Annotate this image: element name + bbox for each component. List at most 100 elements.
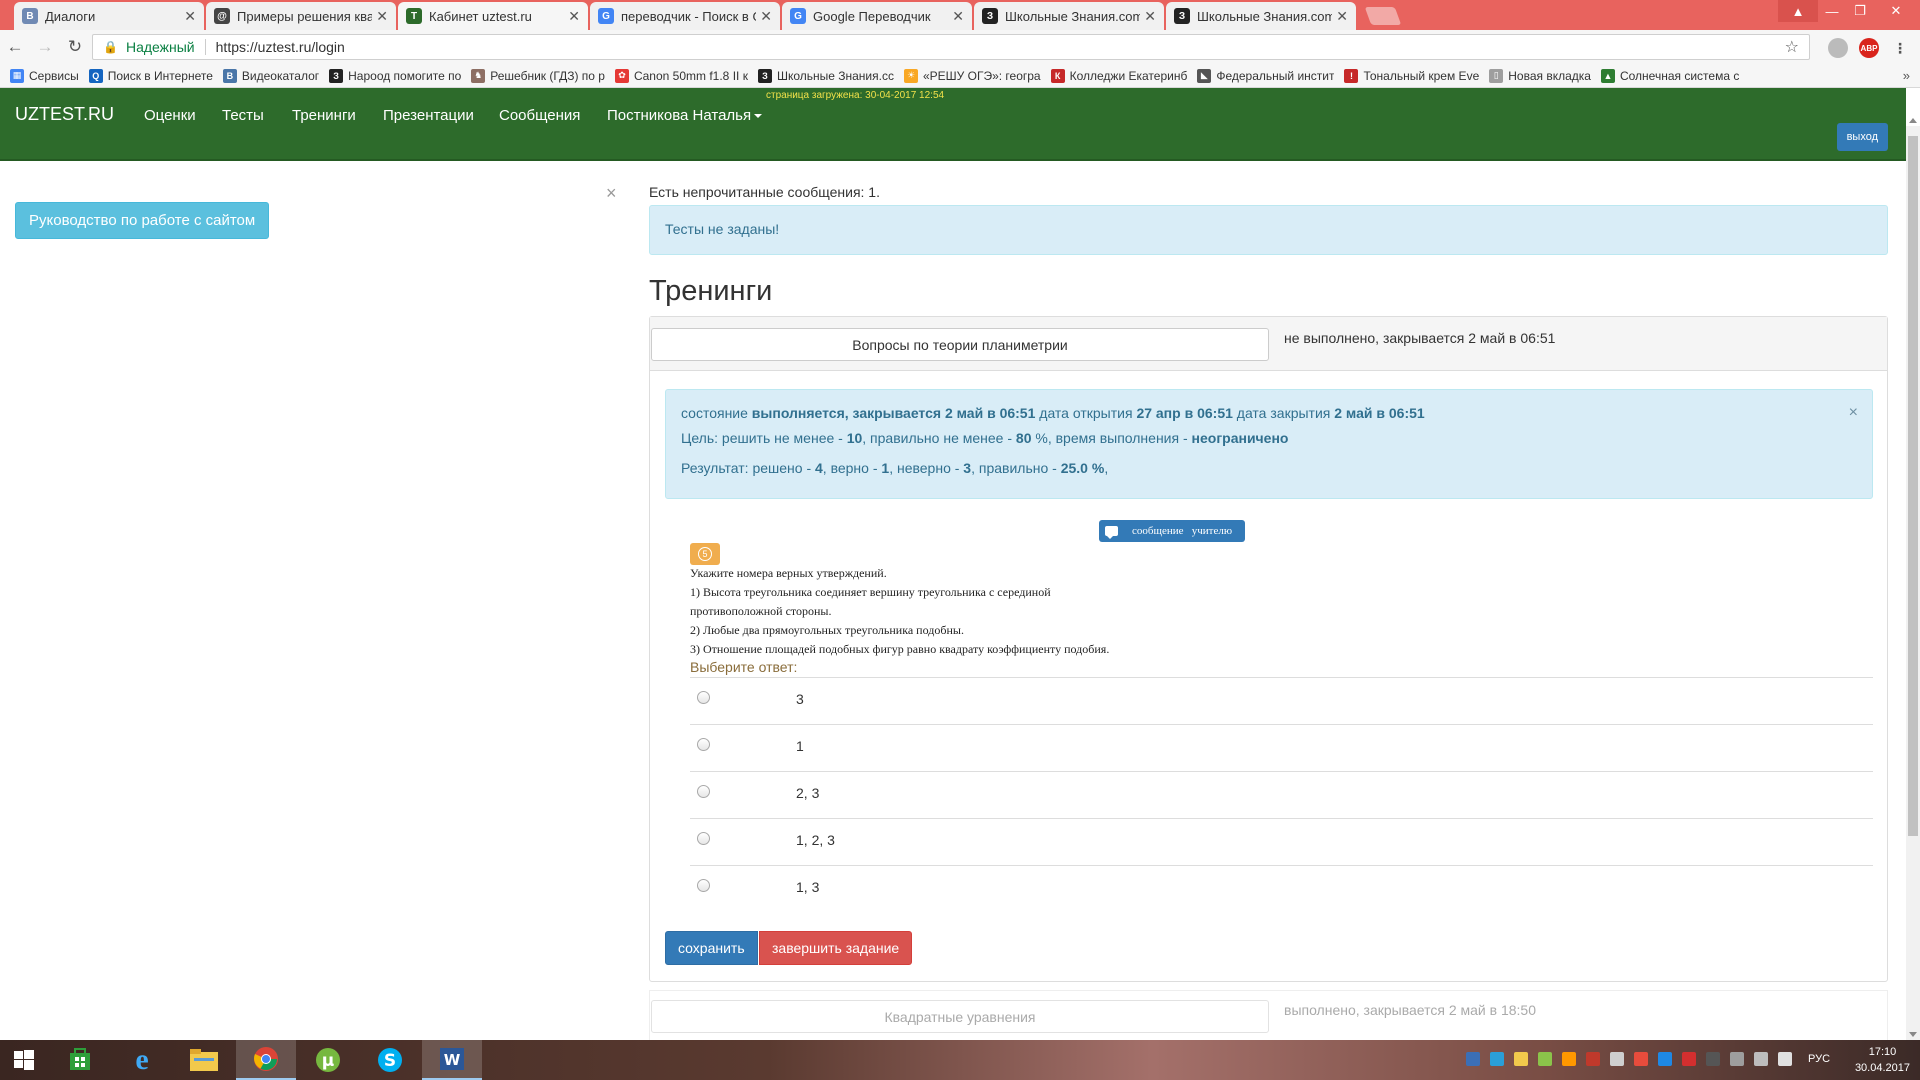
bookmark-item[interactable]: В Видеокаталог [222,68,319,83]
answer-radio[interactable] [697,691,710,704]
bookmarks-overflow-icon[interactable]: » [1903,68,1910,83]
tray-app-icon[interactable] [1538,1052,1552,1066]
close-icon[interactable]: × [1849,404,1858,422]
vk-icon: В [22,8,38,24]
tray-folder-icon[interactable] [1514,1052,1528,1066]
back-icon[interactable]: ← [0,37,30,57]
tray-app-icon[interactable] [1706,1052,1720,1066]
scroll-thumb[interactable] [1908,136,1918,836]
new-tab-button[interactable] [1364,7,1402,25]
bookmark-item[interactable]: З Школьные Знания.cc [757,68,894,83]
menu-icon[interactable]: ⋮ [1890,38,1910,58]
logout-button[interactable]: выход [1836,123,1888,151]
browser-tab-dialogs[interactable]: В Диалоги ✕ [14,2,204,30]
bookmark-item[interactable]: ▲ Солнечная система с [1600,68,1739,83]
close-icon[interactable]: ✕ [1336,8,1348,25]
page-scrollbar[interactable] [1906,118,1920,1040]
chrome-taskbar-icon[interactable] [236,1040,296,1080]
site-guide-button[interactable]: Руководство по работе с сайтом [15,202,270,239]
browser-tab-uztest[interactable]: T Кабинет uztest.ru ✕ [398,2,588,30]
svg-text:µ: µ [322,1051,335,1071]
training-title-button[interactable]: Вопросы по теории планиметрии [651,328,1269,361]
answer-radio[interactable] [697,785,710,798]
nav-user-menu[interactable]: Постникова Наталья [607,107,763,124]
bookmark-item[interactable]: З Нарoод помогите по [329,68,461,83]
browser-tab-znanija-1[interactable]: З Школьные Знания.com ✕ [974,2,1164,30]
bookmark-item[interactable]: ! Тональный крем Eve [1344,68,1479,83]
tray-app-icon[interactable] [1682,1052,1696,1066]
answer-option[interactable]: 1, 2, 3 [690,818,1873,865]
result-text: , правильно - [971,460,1061,476]
tray-app-icon[interactable] [1634,1052,1648,1066]
tray-dropbox-icon[interactable] [1490,1052,1504,1066]
bluetooth-icon[interactable] [1658,1052,1672,1066]
close-window-icon[interactable]: ✕ [1876,0,1916,22]
extension-icon[interactable] [1828,38,1848,58]
answer-option[interactable]: 1, 3 [690,865,1873,912]
ie-taskbar-icon[interactable]: e [112,1040,172,1080]
close-icon[interactable]: ✕ [376,8,388,25]
volume-icon[interactable] [1778,1052,1792,1066]
site-brand[interactable]: UZTEST.RU [15,104,114,125]
nav-trainings[interactable]: Тренинги [292,107,356,124]
tray-app-icon[interactable] [1562,1052,1576,1066]
close-icon[interactable]: ✕ [952,8,964,25]
dismiss-icon[interactable]: × [606,183,617,204]
browser-tab-search[interactable]: G переводчик - Поиск в G ✕ [590,2,780,30]
bookmark-item[interactable]: ✿ Canon 50mm f1.8 II к [614,68,748,83]
start-button[interactable] [0,1040,48,1080]
close-icon[interactable]: ✕ [568,8,580,25]
network-icon[interactable] [1754,1052,1768,1066]
tray-app-icon[interactable] [1610,1052,1624,1066]
close-icon[interactable]: ✕ [1144,8,1156,25]
scroll-up-icon[interactable] [1909,118,1917,123]
tray-display-icon[interactable] [1730,1052,1744,1066]
bookmark-item[interactable]: Q Поиск в Интернете [88,68,213,83]
bookmark-star-icon[interactable]: ☆ [1785,37,1799,57]
reload-icon[interactable]: ↻ [60,37,90,57]
browser-tab-examples[interactable]: @ Примеры решения квад ✕ [206,2,396,30]
answer-option[interactable]: 3 [690,677,1873,724]
browser-tab-znanija-2[interactable]: З Школьные Знания.com ✕ [1166,2,1356,30]
nav-presentations[interactable]: Презентации [383,107,474,124]
bookmark-item[interactable]: К Колледжи Екатеринб [1050,68,1187,83]
message-teacher-button[interactable]: сообщение учителю [1099,520,1245,542]
site-navbar: UZTEST.RU Оценки Тесты Тренинги Презента… [0,88,1906,161]
bookmark-icon: ✿ [614,68,629,83]
nav-messages[interactable]: Сообщения [499,107,580,124]
bookmark-icon: ! [1344,68,1359,83]
answer-option[interactable]: 2, 3 [690,771,1873,818]
close-icon[interactable]: ✕ [184,8,196,25]
answer-radio[interactable] [697,879,710,892]
tray-acrobat-icon[interactable] [1586,1052,1600,1066]
system-clock[interactable]: 17:10 30.04.2017 [1855,1044,1910,1076]
explorer-taskbar-icon[interactable] [174,1040,234,1080]
bookmark-item[interactable]: ▦ Сервисы [10,68,79,83]
skype-taskbar-icon[interactable]: S [360,1040,420,1080]
answer-option[interactable]: 1 [690,724,1873,771]
nav-tests[interactable]: Тесты [222,107,264,124]
next-training-button[interactable]: Квадратные уравнения [651,1000,1269,1033]
tray-app-icon[interactable] [1466,1052,1480,1066]
close-icon[interactable]: ✕ [760,8,772,25]
language-indicator[interactable]: РУС [1808,1053,1830,1065]
restore-icon[interactable]: ❐ [1840,0,1880,22]
browser-tab-translate[interactable]: G Google Переводчик ✕ [782,2,972,30]
save-button[interactable]: сохранить [665,931,758,965]
bookmark-item[interactable]: ◣ Федеральный инстит [1197,68,1334,83]
address-bar[interactable]: 🔒 Надежный https://uztest.ru/login ☆ [92,34,1810,60]
answer-radio[interactable] [697,738,710,751]
forward-icon[interactable]: → [30,37,60,57]
finish-task-button[interactable]: завершить задание [759,931,913,965]
word-taskbar-icon[interactable]: W [422,1040,482,1080]
adblock-icon[interactable]: ABP [1859,38,1879,58]
bookmark-item[interactable]: ♞ Решебник (ГДЗ) по р [471,68,605,83]
store-taskbar-icon[interactable] [50,1040,110,1080]
bookmark-item[interactable]: ▯ Новая вкладка [1489,68,1591,83]
utorrent-taskbar-icon[interactable]: µ [298,1040,358,1080]
bookmark-item[interactable]: ☀ «РЕШУ ОГЭ»: геогра [903,68,1041,83]
answer-radio[interactable] [697,832,710,845]
url-text[interactable]: https://uztest.ru/login [216,39,345,55]
scroll-down-icon[interactable] [1909,1032,1917,1037]
nav-grades[interactable]: Оценки [144,107,196,124]
